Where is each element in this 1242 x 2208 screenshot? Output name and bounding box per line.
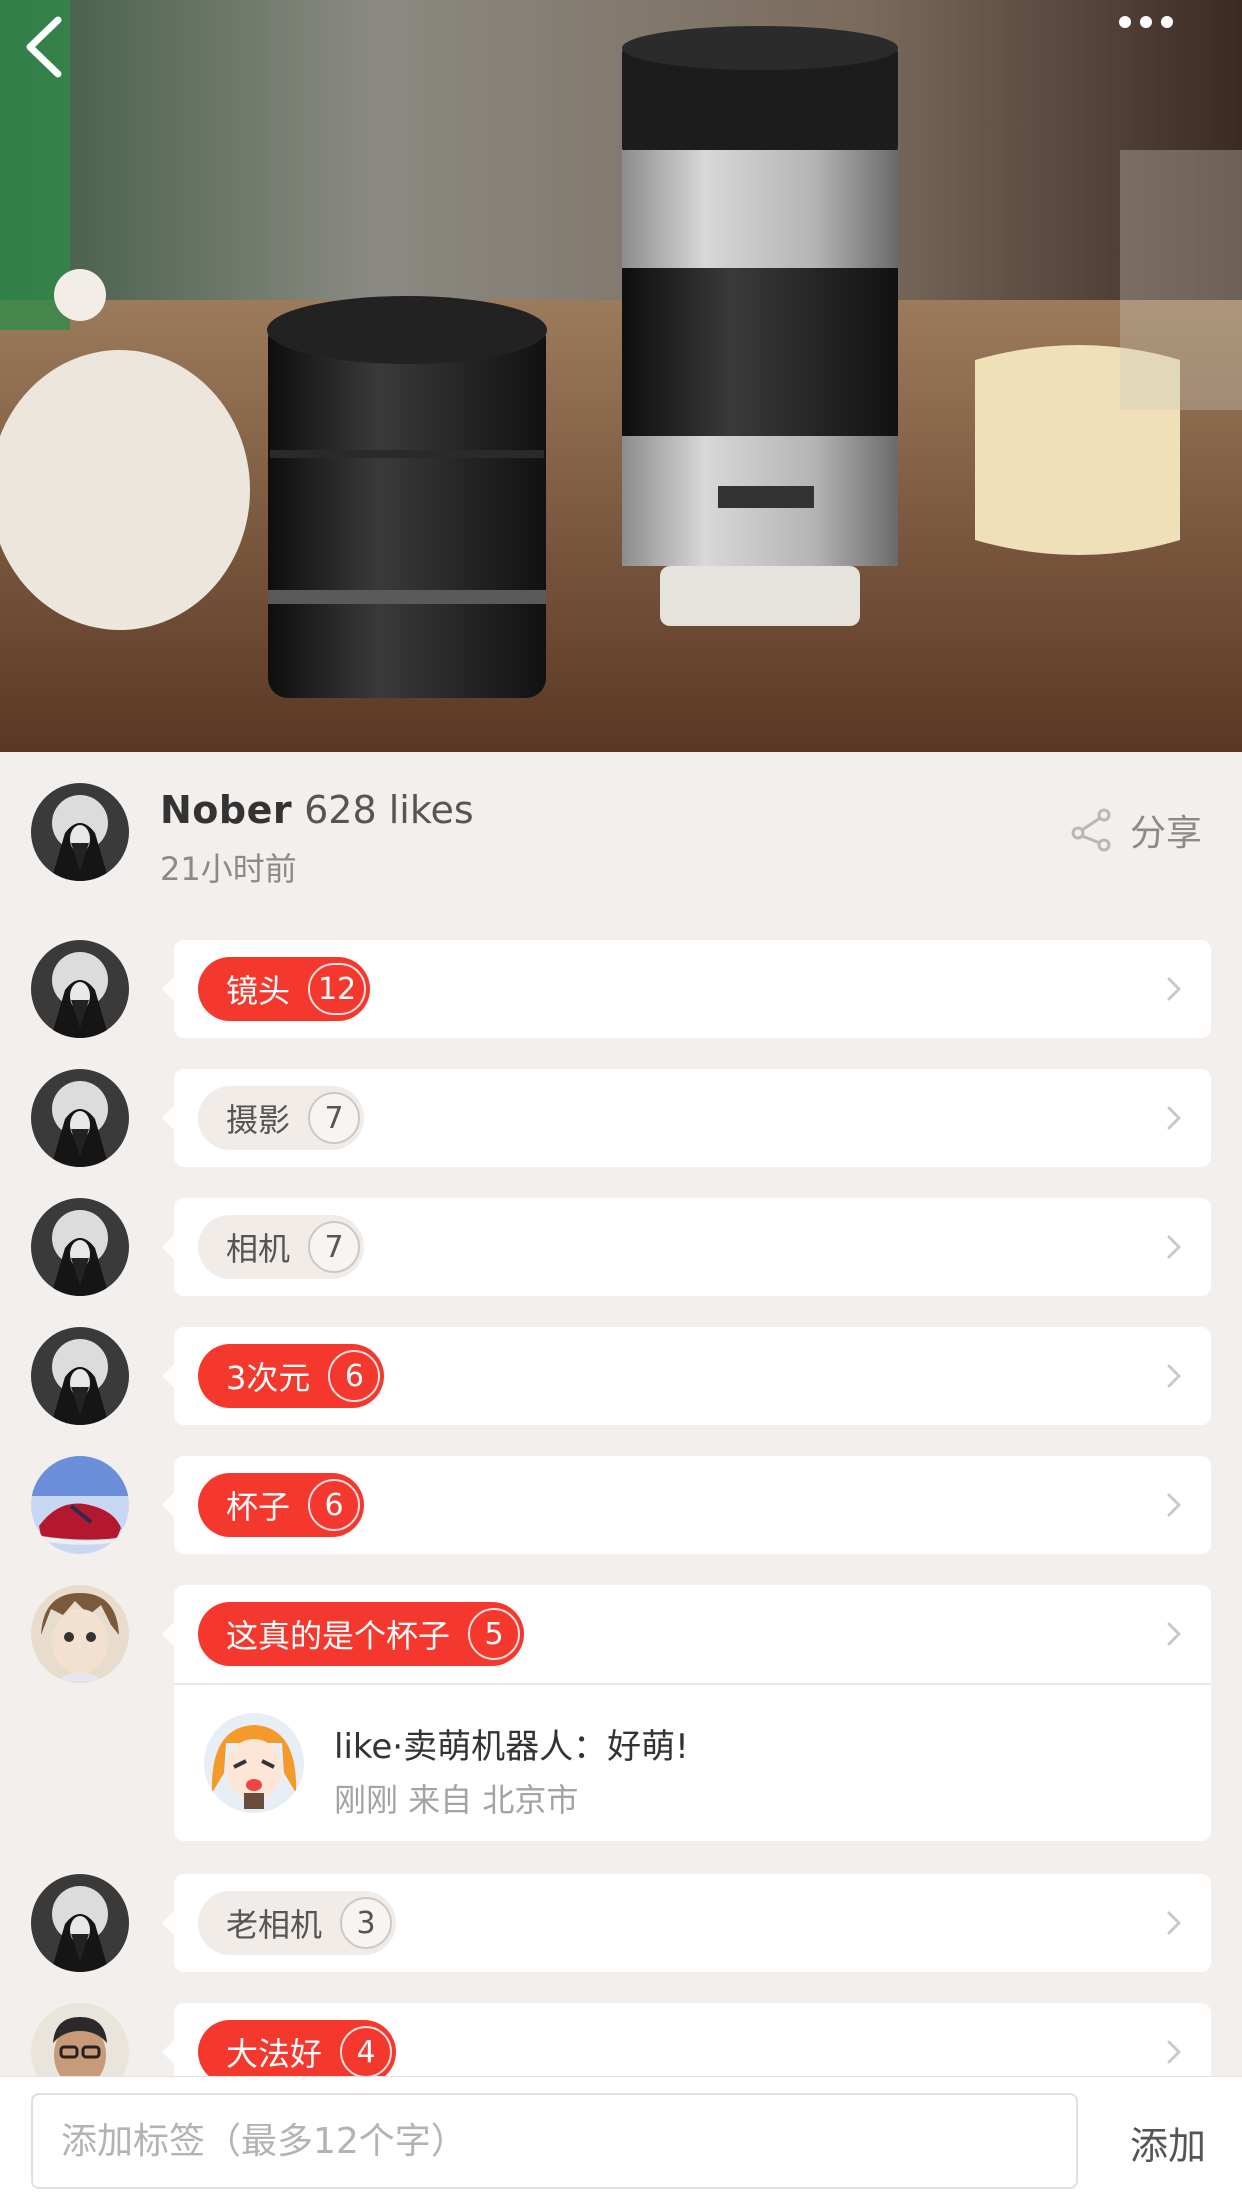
share-icon	[1071, 808, 1111, 852]
tag-label: 老相机	[226, 1906, 323, 1944]
tag-count-badge: 3	[340, 1897, 393, 1949]
post-time: 21小时前	[160, 850, 297, 888]
tag-count-badge: 12	[308, 963, 367, 1015]
tag-pill: 老相机 3	[198, 1891, 397, 1955]
author-avatar[interactable]	[31, 783, 129, 881]
back-button[interactable]	[20, 12, 130, 122]
avatar[interactable]	[31, 1327, 129, 1425]
chevron-right-icon	[1159, 2037, 1189, 2067]
tag-label: 大法好	[226, 2035, 323, 2073]
comment-item[interactable]: like·卖萌机器人：好萌! 刚刚 来自 北京市	[174, 1683, 1211, 1841]
tag-count-badge: 7	[308, 1092, 361, 1144]
tag-pill: 镜头 12	[198, 957, 371, 1021]
chevron-right-icon	[1159, 1103, 1189, 1133]
avatar[interactable]	[31, 1069, 129, 1167]
tag-pill: 这真的是个杯子 5	[198, 1602, 525, 1666]
chevron-right-icon	[1159, 1619, 1189, 1649]
tag-card[interactable]: 杯子 6	[162, 1456, 1211, 1554]
tag-label: 3次元	[226, 1359, 311, 1397]
tag-label: 镜头	[226, 972, 291, 1010]
tag-input[interactable]	[31, 2093, 1078, 2189]
more-button[interactable]	[1116, 12, 1226, 122]
tag-label: 杯子	[226, 1488, 291, 1526]
share-label: 分享	[1129, 813, 1202, 854]
tag-pill: 大法好 4	[198, 2020, 397, 2084]
tag-count-badge: 5	[468, 1608, 521, 1660]
share-button[interactable]: 分享	[1070, 802, 1202, 858]
author-line: Nober 628 likes	[160, 788, 474, 832]
tag-count-badge: 4	[340, 2026, 393, 2078]
commenter-avatar[interactable]	[204, 1713, 304, 1813]
chevron-right-icon	[1159, 974, 1189, 1004]
avatar[interactable]	[31, 1198, 129, 1296]
tag-card[interactable]: 镜头 12	[162, 940, 1211, 1038]
comment-text: like·卖萌机器人：好萌!	[334, 1727, 689, 1767]
author-name[interactable]: Nober	[160, 788, 292, 832]
add-tag-button[interactable]: 添加	[1130, 2115, 1206, 2170]
chevron-right-icon	[1159, 1232, 1189, 1262]
comment-meta: 刚刚 来自 北京市	[334, 1781, 579, 1819]
likes-count: 628 likes	[304, 788, 474, 832]
avatar[interactable]	[31, 940, 129, 1038]
tag-card[interactable]: 相机 7	[162, 1198, 1211, 1296]
tag-label: 摄影	[226, 1101, 291, 1139]
add-tag-bar: 添加	[0, 2076, 1242, 2208]
tag-label: 这真的是个杯子	[226, 1617, 451, 1655]
tag-card[interactable]: 这真的是个杯子 5 like·卖萌机器人：好萌! 刚刚 来自 北京市	[162, 1585, 1211, 1841]
tag-card[interactable]: 摄影 7	[162, 1069, 1211, 1167]
tag-pill: 3次元 6	[198, 1344, 385, 1408]
avatar[interactable]	[31, 1456, 129, 1554]
avatar[interactable]	[31, 1585, 129, 1683]
more-dots-icon	[1119, 16, 1173, 28]
tag-pill: 相机 7	[198, 1215, 365, 1279]
tag-count-badge: 6	[328, 1350, 381, 1402]
chevron-left-icon	[26, 16, 62, 78]
tag-pill: 摄影 7	[198, 1086, 365, 1150]
avatar[interactable]	[31, 1874, 129, 1972]
chevron-right-icon	[1159, 1908, 1189, 1938]
tag-label: 相机	[226, 1230, 291, 1268]
author-bar: Nober 628 likes 21小时前 分享	[0, 752, 1242, 907]
tag-card[interactable]: 3次元 6	[162, 1327, 1211, 1425]
chevron-right-icon	[1159, 1490, 1189, 1520]
tag-count-badge: 7	[308, 1221, 361, 1273]
hero-photo	[0, 0, 1242, 752]
tag-card[interactable]: 老相机 3	[162, 1874, 1211, 1972]
tag-pill: 杯子 6	[198, 1473, 365, 1537]
chevron-right-icon	[1159, 1361, 1189, 1391]
tag-count-badge: 6	[308, 1479, 361, 1531]
